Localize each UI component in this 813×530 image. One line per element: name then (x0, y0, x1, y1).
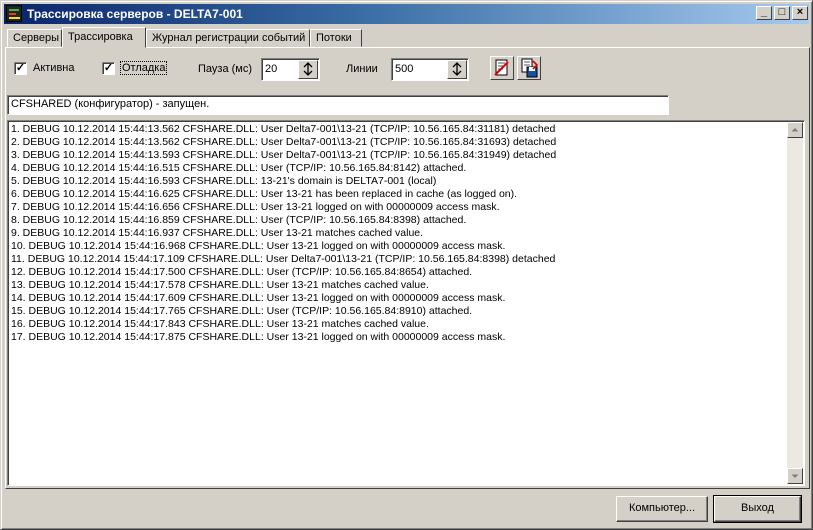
log-line: 7. DEBUG 10.12.2014 15:44:16.656 CFSHARE… (11, 201, 500, 213)
close-button[interactable]: × (792, 6, 808, 20)
log-line: 6. DEBUG 10.12.2014 15:44:16.625 CFSHARE… (11, 188, 518, 200)
save-log-icon (521, 58, 539, 78)
tab-threads[interactable]: Потоки (310, 29, 362, 47)
pause-value[interactable]: 20 (265, 63, 277, 75)
active-label: Активна (33, 62, 75, 74)
scroll-down-icon (791, 474, 799, 478)
save-log-button[interactable] (517, 56, 541, 80)
debug-checkbox[interactable]: ✓ Отладка (102, 61, 172, 76)
status-field: CFSHARED (конфигуратор) - запущен. (7, 95, 669, 115)
clear-log-icon (494, 59, 509, 76)
active-check-mark[interactable]: ✓ (14, 62, 27, 75)
debug-label: Отладка (119, 61, 168, 75)
log-line: 16. DEBUG 10.12.2014 15:44:17.843 CFSHAR… (11, 318, 429, 330)
tab-servers[interactable]: Серверы (7, 29, 62, 47)
scroll-down-button[interactable] (787, 468, 803, 484)
pause-spinner[interactable]: 20 (261, 58, 320, 81)
log-line: 3. DEBUG 10.12.2014 15:44:13.593 CFSHARE… (11, 149, 557, 161)
log-line: 8. DEBUG 10.12.2014 15:44:16.859 CFSHARE… (11, 214, 467, 226)
exit-button[interactable]: Выход (713, 495, 802, 523)
log-line: 14. DEBUG 10.12.2014 15:44:17.609 CFSHAR… (11, 292, 506, 304)
trace-window: Трассировка серверов - DELTA7-001 _ □ × … (0, 0, 813, 530)
log-line: 12. DEBUG 10.12.2014 15:44:17.500 CFSHAR… (11, 266, 473, 278)
log-line: 10. DEBUG 10.12.2014 15:44:16.968 CFSHAR… (11, 240, 506, 252)
vertical-scrollbar[interactable] (787, 122, 803, 484)
lines-label: Линии (346, 63, 378, 75)
tab-trace[interactable]: Трассировка (62, 27, 146, 48)
tab-event-log[interactable]: Журнал регистрации событий (146, 29, 310, 47)
log-line: 17. DEBUG 10.12.2014 15:44:17.875 CFSHAR… (11, 331, 506, 343)
debug-check-mark[interactable]: ✓ (102, 62, 115, 75)
log-line: 9. DEBUG 10.12.2014 15:44:16.937 CFSHARE… (11, 227, 424, 239)
computer-button[interactable]: Компьютер... (616, 496, 708, 522)
log-line: 13. DEBUG 10.12.2014 15:44:17.578 CFSHAR… (11, 279, 429, 291)
title-bar[interactable]: Трассировка серверов - DELTA7-001 _ □ × (4, 4, 809, 24)
lines-spinner[interactable]: 500 (391, 58, 469, 81)
clear-log-button[interactable] (490, 56, 514, 80)
log-line: 2. DEBUG 10.12.2014 15:44:13.562 CFSHARE… (11, 136, 557, 148)
active-checkbox[interactable]: ✓ Активна (14, 62, 84, 76)
lines-value[interactable]: 500 (395, 63, 413, 75)
log-line: 5. DEBUG 10.12.2014 15:44:16.593 CFSHARE… (11, 175, 437, 187)
app-icon (6, 5, 22, 22)
pause-label: Пауза (мс) (198, 63, 253, 75)
log-lines: 1. DEBUG 10.12.2014 15:44:13.562 CFSHARE… (11, 123, 786, 344)
log-line: 1. DEBUG 10.12.2014 15:44:13.562 CFSHARE… (11, 123, 556, 135)
scroll-up-icon (791, 128, 799, 132)
trace-log[interactable]: 1. DEBUG 10.12.2014 15:44:13.562 CFSHARE… (7, 120, 805, 486)
lines-spin-arrows-icon[interactable] (447, 60, 467, 79)
scroll-up-button[interactable] (787, 122, 803, 138)
minimize-button[interactable]: _ (756, 6, 772, 20)
log-line: 15. DEBUG 10.12.2014 15:44:17.765 CFSHAR… (11, 305, 473, 317)
maximize-button[interactable]: □ (774, 6, 790, 20)
window-title: Трассировка серверов - DELTA7-001 (27, 7, 243, 21)
log-line: 4. DEBUG 10.12.2014 15:44:16.515 CFSHARE… (11, 162, 467, 174)
log-line: 11. DEBUG 10.12.2014 15:44:17.109 CFSHAR… (11, 253, 556, 265)
pause-spin-arrows-icon[interactable] (298, 60, 318, 79)
